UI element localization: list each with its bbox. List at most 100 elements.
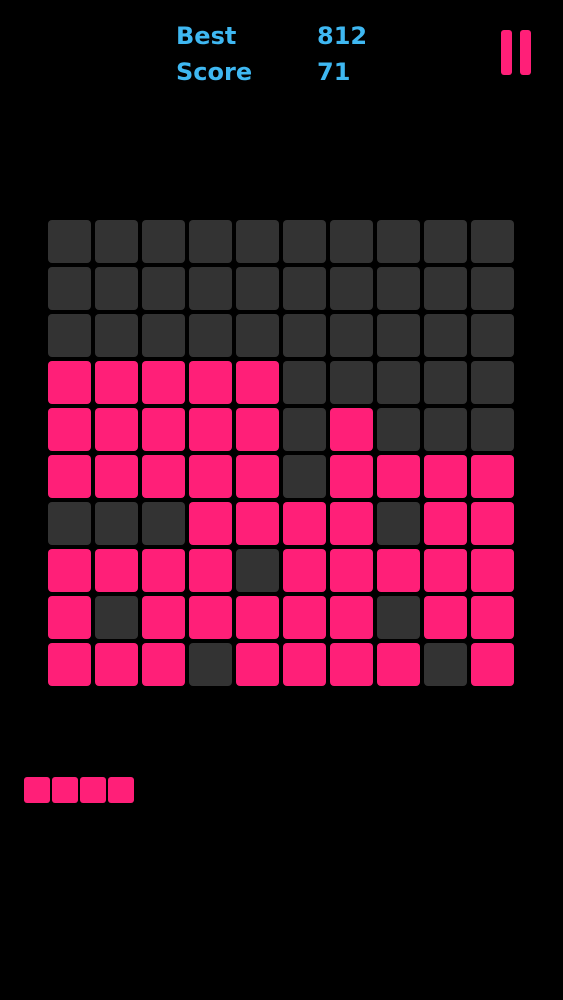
empty-cell[interactable] xyxy=(142,502,185,545)
filled-cell[interactable] xyxy=(330,596,373,639)
next-piece[interactable] xyxy=(24,777,136,805)
filled-cell[interactable] xyxy=(48,596,91,639)
filled-cell[interactable] xyxy=(424,502,467,545)
empty-cell[interactable] xyxy=(424,643,467,686)
filled-cell[interactable] xyxy=(236,502,279,545)
filled-cell[interactable] xyxy=(424,596,467,639)
filled-cell[interactable] xyxy=(236,455,279,498)
filled-cell[interactable] xyxy=(424,455,467,498)
filled-cell[interactable] xyxy=(283,643,326,686)
empty-cell[interactable] xyxy=(48,314,91,357)
filled-cell[interactable] xyxy=(330,408,373,451)
filled-cell[interactable] xyxy=(48,643,91,686)
empty-cell[interactable] xyxy=(471,408,514,451)
filled-cell[interactable] xyxy=(189,455,232,498)
empty-cell[interactable] xyxy=(424,267,467,310)
empty-cell[interactable] xyxy=(95,314,138,357)
empty-cell[interactable] xyxy=(377,314,420,357)
empty-cell[interactable] xyxy=(330,220,373,263)
empty-cell[interactable] xyxy=(48,267,91,310)
filled-cell[interactable] xyxy=(283,502,326,545)
empty-cell[interactable] xyxy=(377,267,420,310)
filled-cell[interactable] xyxy=(142,361,185,404)
pause-button[interactable] xyxy=(498,28,538,78)
empty-cell[interactable] xyxy=(236,220,279,263)
filled-cell[interactable] xyxy=(471,455,514,498)
filled-cell[interactable] xyxy=(95,455,138,498)
filled-cell[interactable] xyxy=(142,549,185,592)
filled-cell[interactable] xyxy=(95,643,138,686)
empty-cell[interactable] xyxy=(424,361,467,404)
empty-cell[interactable] xyxy=(471,220,514,263)
filled-cell[interactable] xyxy=(330,643,373,686)
empty-cell[interactable] xyxy=(283,267,326,310)
filled-cell[interactable] xyxy=(236,408,279,451)
empty-cell[interactable] xyxy=(189,267,232,310)
empty-cell[interactable] xyxy=(377,596,420,639)
filled-cell[interactable] xyxy=(48,361,91,404)
filled-cell[interactable] xyxy=(189,361,232,404)
filled-cell[interactable] xyxy=(377,549,420,592)
filled-cell[interactable] xyxy=(377,455,420,498)
filled-cell[interactable] xyxy=(142,408,185,451)
filled-cell[interactable] xyxy=(189,596,232,639)
filled-cell[interactable] xyxy=(471,596,514,639)
filled-cell[interactable] xyxy=(236,643,279,686)
empty-cell[interactable] xyxy=(95,502,138,545)
empty-cell[interactable] xyxy=(189,643,232,686)
game-board[interactable] xyxy=(48,220,515,686)
empty-cell[interactable] xyxy=(142,267,185,310)
filled-cell[interactable] xyxy=(330,549,373,592)
empty-cell[interactable] xyxy=(377,361,420,404)
filled-cell[interactable] xyxy=(377,643,420,686)
filled-cell[interactable] xyxy=(471,549,514,592)
filled-cell[interactable] xyxy=(189,502,232,545)
filled-cell[interactable] xyxy=(283,549,326,592)
empty-cell[interactable] xyxy=(471,361,514,404)
filled-cell[interactable] xyxy=(189,549,232,592)
empty-cell[interactable] xyxy=(142,220,185,263)
filled-cell[interactable] xyxy=(236,596,279,639)
filled-cell[interactable] xyxy=(95,549,138,592)
empty-cell[interactable] xyxy=(95,220,138,263)
empty-cell[interactable] xyxy=(48,220,91,263)
empty-cell[interactable] xyxy=(424,314,467,357)
empty-cell[interactable] xyxy=(424,220,467,263)
empty-cell[interactable] xyxy=(330,361,373,404)
empty-cell[interactable] xyxy=(424,408,467,451)
empty-cell[interactable] xyxy=(283,361,326,404)
empty-cell[interactable] xyxy=(471,267,514,310)
empty-cell[interactable] xyxy=(236,267,279,310)
empty-cell[interactable] xyxy=(283,455,326,498)
filled-cell[interactable] xyxy=(330,502,373,545)
filled-cell[interactable] xyxy=(471,643,514,686)
empty-cell[interactable] xyxy=(377,220,420,263)
filled-cell[interactable] xyxy=(142,643,185,686)
empty-cell[interactable] xyxy=(283,408,326,451)
filled-cell[interactable] xyxy=(95,361,138,404)
filled-cell[interactable] xyxy=(189,408,232,451)
empty-cell[interactable] xyxy=(189,314,232,357)
filled-cell[interactable] xyxy=(95,408,138,451)
empty-cell[interactable] xyxy=(471,314,514,357)
filled-cell[interactable] xyxy=(330,455,373,498)
filled-cell[interactable] xyxy=(236,361,279,404)
filled-cell[interactable] xyxy=(142,596,185,639)
empty-cell[interactable] xyxy=(236,549,279,592)
filled-cell[interactable] xyxy=(283,596,326,639)
empty-cell[interactable] xyxy=(330,314,373,357)
empty-cell[interactable] xyxy=(142,314,185,357)
filled-cell[interactable] xyxy=(48,549,91,592)
filled-cell[interactable] xyxy=(142,455,185,498)
filled-cell[interactable] xyxy=(424,549,467,592)
empty-cell[interactable] xyxy=(283,220,326,263)
empty-cell[interactable] xyxy=(48,502,91,545)
empty-cell[interactable] xyxy=(236,314,279,357)
filled-cell[interactable] xyxy=(48,408,91,451)
empty-cell[interactable] xyxy=(189,220,232,263)
filled-cell[interactable] xyxy=(48,455,91,498)
empty-cell[interactable] xyxy=(377,502,420,545)
empty-cell[interactable] xyxy=(330,267,373,310)
empty-cell[interactable] xyxy=(283,314,326,357)
filled-cell[interactable] xyxy=(471,502,514,545)
